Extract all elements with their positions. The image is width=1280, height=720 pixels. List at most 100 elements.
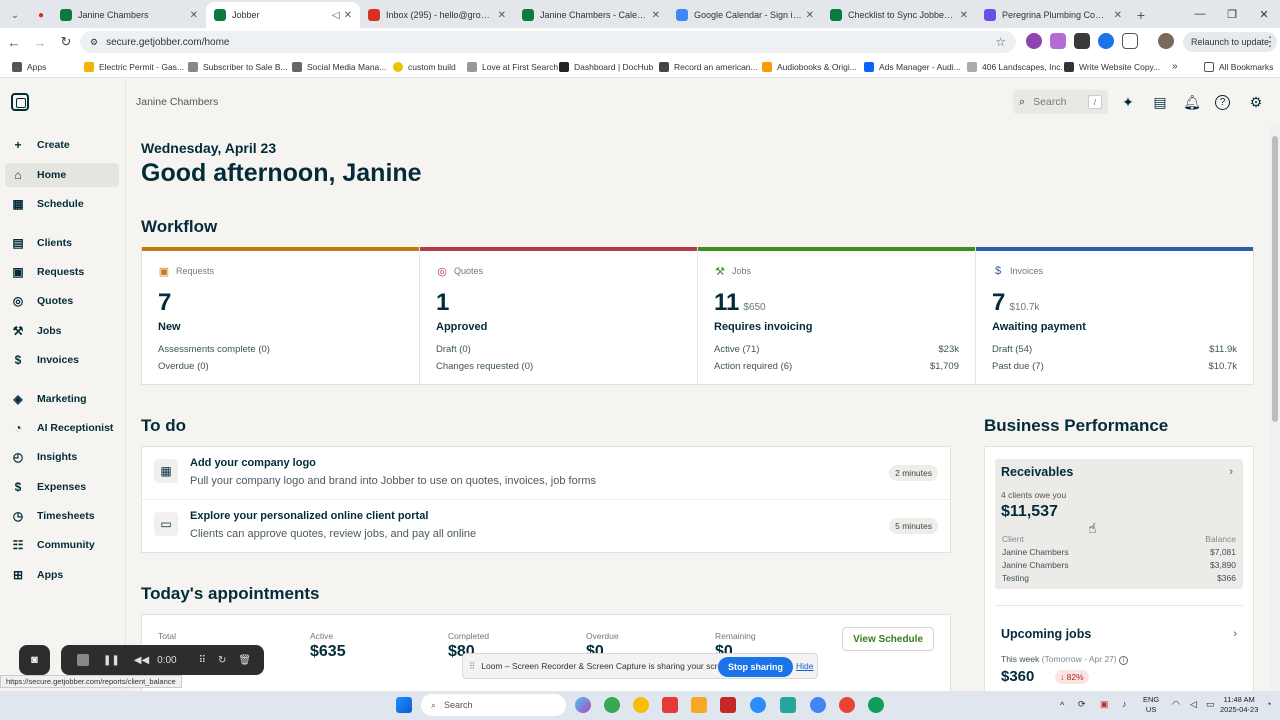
workflow-row[interactable]: Draft (0) xyxy=(436,344,681,355)
sidebar-item-expenses[interactable]: $ Expenses xyxy=(5,475,119,499)
tray-icon[interactable]: ▣ xyxy=(1100,699,1109,709)
workflow-quotes[interactable]: ◎ Quotes 1 Approved Draft (0) Changes request… xyxy=(420,247,698,384)
browser-tab[interactable]: Janine Chambers - Calendar ✕ xyxy=(514,2,668,28)
search-input[interactable]: ⌕ Search / xyxy=(1013,90,1108,114)
bookmark-item[interactable]: Ads Manager - Audi... xyxy=(864,61,961,72)
workflow-row[interactable]: Overdue (0) xyxy=(158,361,403,372)
restart-icon[interactable]: ↻ xyxy=(218,655,226,666)
url-field[interactable]: ⚙ secure.getjobber.com/home ☆ xyxy=(80,31,1016,53)
jobber-logo[interactable] xyxy=(11,93,29,111)
bookmark-apps[interactable]: Apps xyxy=(12,61,46,72)
maximize-button[interactable]: ❐ xyxy=(1216,0,1248,28)
upcoming-jobs-title[interactable]: Upcoming jobs xyxy=(1001,627,1091,641)
tab-close-icon[interactable]: ✕ xyxy=(344,10,352,21)
chrome-icon[interactable] xyxy=(839,697,855,713)
page-scrollbar[interactable] xyxy=(1270,124,1280,691)
bookmark-item[interactable]: Electric Permit - Gas... xyxy=(84,61,184,72)
browser-tab[interactable]: Checklist to Sync Jobber and ✕ xyxy=(822,2,976,28)
bookmark-item[interactable]: Love at First Search xyxy=(467,61,558,72)
app-icon[interactable] xyxy=(720,697,736,713)
drag-handle-icon[interactable]: ⠿ xyxy=(469,661,475,672)
notification-bell-icon[interactable]: ◔ xyxy=(1266,699,1271,709)
extension-icon[interactable] xyxy=(1026,33,1042,49)
bookmark-item[interactable]: Social Media Mana... xyxy=(292,61,386,72)
receivables-row[interactable]: Janine Chambers $3,890 xyxy=(1002,560,1236,570)
account-name[interactable]: Janine Chambers xyxy=(136,96,218,108)
volume-icon[interactable]: ◁ xyxy=(1190,699,1197,709)
workflow-row[interactable]: Past due (7) $10.7k xyxy=(992,361,1237,372)
bookmark-item[interactable]: 406 Landscapes, Inc. xyxy=(967,61,1063,72)
sidebar-item-jobs[interactable]: ⚒ Jobs xyxy=(5,319,119,343)
pause-icon[interactable]: ❚❚ xyxy=(103,655,120,666)
extension-icon[interactable] xyxy=(1050,33,1066,49)
chrome-icon[interactable] xyxy=(604,697,620,713)
tab-search-button[interactable]: ⌄ xyxy=(4,4,26,26)
bookmark-item[interactable]: Dashboard | DocHub xyxy=(559,61,653,72)
workflow-row[interactable]: Action required (6) $1,709 xyxy=(714,361,959,372)
workflow-row[interactable]: Draft (54) $11.9k xyxy=(992,344,1237,355)
workflow-row[interactable]: Changes requested (0) xyxy=(436,361,681,372)
drag-handle-icon[interactable]: ⠿ xyxy=(199,655,206,666)
extensions-puzzle-icon[interactable] xyxy=(1122,33,1138,49)
bookmark-item[interactable]: Write Website Copy... xyxy=(1064,61,1160,72)
sidebar-item-invoices[interactable]: $ Invoices xyxy=(5,348,119,372)
bookmarks-overflow-icon[interactable]: » xyxy=(1172,61,1178,72)
forward-button[interactable]: → xyxy=(28,30,52,54)
tab-close-icon[interactable]: ✕ xyxy=(652,10,660,21)
messages-icon[interactable]: ▤ xyxy=(1151,93,1169,111)
sparkle-ai-icon[interactable]: ✦ xyxy=(1119,93,1137,111)
back-button[interactable]: ← xyxy=(2,30,26,54)
tray-icon[interactable]: ⟳ xyxy=(1078,699,1086,709)
workflow-invoices[interactable]: $ Invoices 7 $10.7k Awaiting payment Draft (5… xyxy=(976,247,1253,384)
bookmark-item[interactable]: Audiobooks & Origi... xyxy=(762,61,857,72)
browser-tab[interactable]: Peregrina Plumbing Company ✕ xyxy=(976,2,1130,28)
clock[interactable]: 11:48 AM 2025-04-23 xyxy=(1220,695,1258,715)
tab-close-icon[interactable]: ✕ xyxy=(960,10,968,21)
workflow-row[interactable]: Assessments complete (0) xyxy=(158,344,403,355)
trash-icon[interactable]: 🗑︎ xyxy=(238,655,251,666)
tab-close-icon[interactable]: ✕ xyxy=(498,10,506,21)
workflow-row[interactable]: Active (71) $23k xyxy=(714,344,959,355)
scrollbar-thumb[interactable] xyxy=(1272,136,1278,422)
chrome-icon[interactable] xyxy=(868,697,884,713)
sidebar-item-timesheets[interactable]: ◷ Timesheets xyxy=(5,504,119,528)
info-icon[interactable]: i xyxy=(1119,656,1129,665)
profile-avatar[interactable] xyxy=(1158,33,1174,49)
bell-icon[interactable]: 🔔︎ xyxy=(1183,93,1201,111)
taskbar-search[interactable]: ⌕ Search xyxy=(421,694,566,716)
chevron-right-icon[interactable]: › xyxy=(1233,628,1237,640)
extension-icon[interactable] xyxy=(1098,33,1114,49)
tab-close-icon[interactable]: ✕ xyxy=(190,10,198,21)
chrome-icon[interactable] xyxy=(810,697,826,713)
sidebar-item-community[interactable]: ☷ Community xyxy=(5,533,119,557)
windows-start-icon[interactable] xyxy=(396,697,412,713)
sidebar-item-insights[interactable]: ◴ Insights xyxy=(5,445,119,469)
receivables-row[interactable]: Janine Chambers $7,081 xyxy=(1002,547,1236,557)
sidebar-item-marketing[interactable]: ◈ Marketing xyxy=(5,387,119,411)
hide-link[interactable]: Hide xyxy=(796,661,813,671)
extension-icon[interactable] xyxy=(1074,33,1090,49)
browser-menu-icon[interactable]: ⋮ xyxy=(1258,30,1280,54)
language-indicator[interactable]: ENG US xyxy=(1143,695,1159,715)
tab-audio-icon[interactable]: ◁ xyxy=(332,10,340,21)
file-explorer-icon[interactable] xyxy=(691,697,707,713)
browser-tab[interactable]: Inbox (295) - hello@growthw ✕ xyxy=(360,2,514,28)
browser-tab[interactable]: Google Calendar - Sign in to ✕ xyxy=(668,2,822,28)
all-bookmarks[interactable]: All Bookmarks xyxy=(1204,61,1273,72)
bookmark-item[interactable]: custom build xyxy=(393,61,456,72)
stop-sharing-button[interactable]: Stop sharing xyxy=(718,657,794,677)
tab-close-icon[interactable]: ✕ xyxy=(806,10,814,21)
battery-icon[interactable]: ▭ xyxy=(1206,699,1215,709)
bookmark-item[interactable]: Subscriber to Sale B... xyxy=(188,61,288,72)
workflow-jobs[interactable]: ⚒ Jobs 11 $650 Requires invoicing Active (71)… xyxy=(698,247,976,384)
close-window-button[interactable]: ✕ xyxy=(1248,0,1280,28)
sidebar-item-home[interactable]: ⌂ Home xyxy=(5,163,119,187)
workflow-requests[interactable]: ▣ Requests 7 New Assessments complete (0) Ove… xyxy=(142,247,420,384)
sidebar-item-apps[interactable]: ⊞ Apps xyxy=(5,563,119,587)
wifi-icon[interactable]: ◠ xyxy=(1172,699,1180,709)
receivables-panel[interactable]: Receivables › 4 clients owe you $11,537 … xyxy=(995,459,1243,589)
sidebar-item-create[interactable]: + Create xyxy=(5,133,119,157)
todo-item[interactable]: ▭ Explore your personalized online clien… xyxy=(142,500,950,553)
sidebar-item-requests[interactable]: ▣ Requests xyxy=(5,260,119,284)
site-info-icon[interactable]: ⚙ xyxy=(90,37,98,48)
